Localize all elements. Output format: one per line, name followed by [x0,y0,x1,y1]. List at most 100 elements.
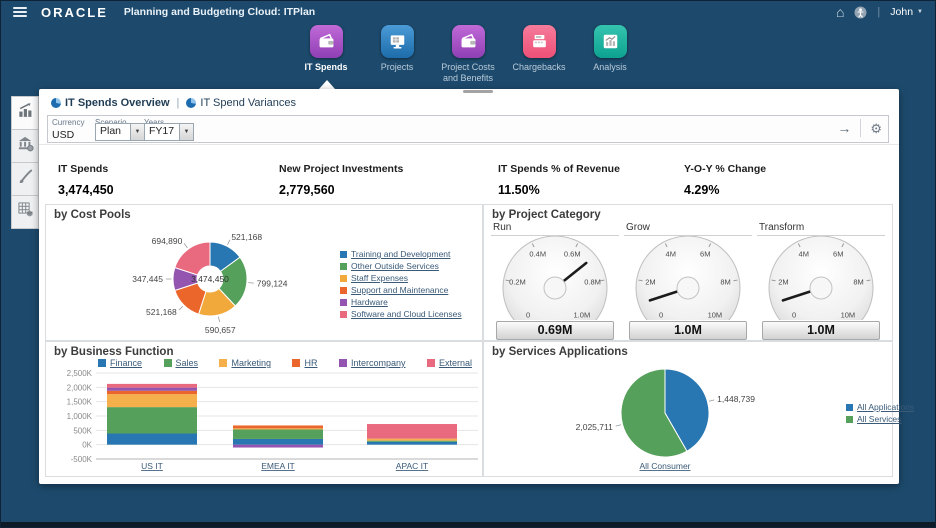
legend-item-marketing[interactable]: Marketing [219,358,271,368]
label-leader-line [709,400,714,401]
bottom-edge [1,522,935,527]
legend-label: Staff Expenses [351,273,408,283]
sidebar-button-brush[interactable] [11,162,39,196]
nav-item-analysis[interactable]: Analysis [575,22,646,88]
gauge-tick-label: 0 [526,310,530,319]
nav-item-projects[interactable]: Projects [362,22,433,88]
legend-item-training-and-development[interactable]: Training and Development [340,249,462,259]
legend-item-all-applications[interactable]: All Applications [846,402,914,412]
infolet-icon [51,98,61,108]
bar-segment-intercompany[interactable] [233,445,323,448]
legend-item-sales[interactable]: Sales [164,358,199,368]
gauge-value: 0.69M [496,321,614,340]
chevron-down-icon[interactable]: ▼ [179,124,193,140]
legend-item-other-outside-services[interactable]: Other Outside Services [340,261,462,271]
years-select[interactable]: FY17 ▼ [144,123,194,141]
bar-segment-marketing[interactable] [233,428,323,429]
y-axis-tick-label: 0K [82,441,92,450]
gauge-dial-run[interactable]: 00.2M0.4M0.6M0.8M1.0M [491,236,619,320]
nav-item-it-spends[interactable]: IT Spends [291,22,362,88]
sidebar-button-bank[interactable] [11,129,39,163]
bar-segment-marketing[interactable] [107,394,197,407]
bar-segment-finance[interactable] [107,433,197,444]
accessibility-icon[interactable] [854,6,867,19]
sidebar-button-cube-grid[interactable] [11,195,39,229]
tab-it-spend-variances[interactable]: IT Spend Variances [186,97,296,109]
bar-segment-hr[interactable] [107,391,197,394]
bar-segment-intercompany[interactable] [107,388,197,391]
legend-item-hardware[interactable]: Hardware [340,297,462,307]
gauge-dial-grow[interactable]: 02M4M6M8M10M [624,236,752,320]
legend-swatch [340,251,347,258]
bar-segment-finance[interactable] [367,442,457,445]
gauge-title: Grow [624,222,752,236]
project-category-panel: by Project Category Run00.2M0.4M0.6M0.8M… [483,204,893,341]
nav-item-label: IT Spends [291,62,362,73]
scenario-select[interactable]: Plan ▼ [95,123,145,141]
gauge-tick-label: 6M [700,250,710,259]
hamburger-menu-icon[interactable] [13,5,27,19]
legend-item-software-and-cloud-licenses[interactable]: Software and Cloud Licenses [340,309,462,319]
legend-label: All Applications [857,402,914,412]
kpi-label: IT Spends [58,163,114,175]
user-menu[interactable]: John ▼ [890,6,923,18]
kpi-value: 2,779,560 [279,183,403,197]
bar-segment-external[interactable] [367,424,457,439]
category-link-us-it[interactable]: US IT [141,461,163,471]
chart-icon [594,25,627,58]
years-select-value: FY17 [145,124,179,140]
label-leader-line [616,425,621,426]
slice-value-label: 521,168 [231,232,262,242]
legend-item-hr[interactable]: HR [292,358,317,368]
bar-segment-hr[interactable] [233,425,323,428]
legend-label: Finance [110,358,142,368]
tab-bar: IT Spends Overview|IT Spend Variances [51,97,296,109]
by-services-applications-chart: 1,448,7392,025,711All Consumer [484,356,904,478]
go-arrow-button[interactable]: → [837,121,851,135]
legend-label: Support and Maintenance [351,285,448,295]
gauge-tick-label: 0.8M [584,278,601,287]
category-link-apac-it[interactable]: APAC IT [396,461,428,471]
legend-item-intercompany[interactable]: Intercompany [339,358,406,368]
category-link-all-consumer[interactable]: All Consumer [639,461,690,471]
bar-segment-sales[interactable] [233,429,323,438]
gauge-tick-label: 0 [792,310,796,319]
gauge-title: Run [491,222,619,236]
tab-label: IT Spends Overview [65,97,170,109]
legend-item-external[interactable]: External [427,358,472,368]
gauge-dial-transform[interactable]: 02M4M6M8M10M [757,236,885,320]
gear-icon[interactable]: ⚙ [870,122,882,135]
gauge-tick [733,280,737,281]
label-leader-line [184,243,187,247]
sidebar-button-bar-chart-arrow[interactable] [11,96,39,130]
legend-item-staff-expenses[interactable]: Staff Expenses [340,273,462,283]
chart-legend: Finance Sales Marketing HR Intercompany Exter… [98,358,472,368]
kpi-it-spends-of-revenue: IT Spends % of Revenue11.50% [498,163,620,197]
bar-segment-sales[interactable] [107,407,197,433]
nav-item-chargebacks[interactable]: Chargebacks [504,22,575,88]
legend-item-finance[interactable]: Finance [98,358,142,368]
chevron-down-icon[interactable]: ▼ [130,124,144,140]
nav-item-project-costs-and-benefits[interactable]: Project Costs and Benefits [433,22,504,88]
currency-value: USD [52,129,74,141]
nav-item-label: Project Costs and Benefits [433,62,504,84]
slice-value-label: 590,657 [205,325,236,335]
home-icon[interactable]: ⌂ [836,5,844,19]
category-link-emea-it[interactable]: EMEA IT [261,461,295,471]
bar-segment-external[interactable] [107,384,197,388]
tab-it-spends-overview[interactable]: IT Spends Overview [51,97,170,109]
legend-swatch [846,404,853,411]
topbar-actions: ⌂ | John ▼ [836,5,923,19]
bar-segment-sales[interactable] [367,441,457,442]
legend-item-all-services[interactable]: All Services [846,414,914,424]
legend-item-support-and-maintenance[interactable]: Support and Maintenance [340,285,462,295]
carousel-indicator[interactable] [463,90,493,93]
gauge-tick-label: 2M [778,278,788,287]
slice-value-label: 1,448,739 [717,394,755,404]
legend-swatch [219,359,227,367]
gauge-run: Run00.2M0.4M0.6M0.8M1.0M0.69M [491,222,619,340]
bar-segment-marketing[interactable] [367,439,457,441]
bar-segment-finance[interactable] [233,439,323,445]
gauge-tick-label: 0.6M [564,250,581,259]
legend-label: Sales [176,358,199,368]
